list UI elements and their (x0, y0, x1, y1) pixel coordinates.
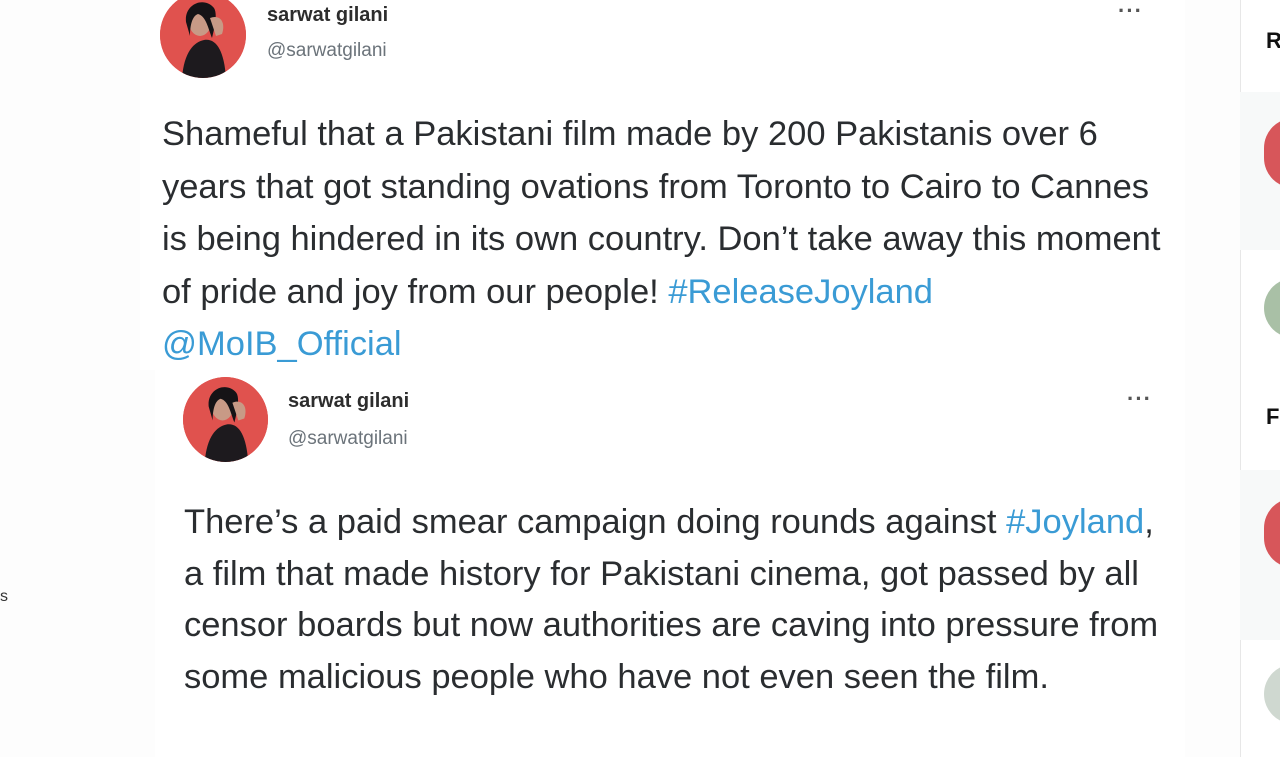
tweet-card-2[interactable]: sarwat gilani @sarwatgilani ··· There’s … (155, 370, 1185, 757)
avatar-photo-icon (160, 0, 246, 78)
mention-link[interactable]: @MoIB_Official (162, 325, 402, 363)
tweet-text: Shameful that a Pakistani film made by 2… (162, 108, 1182, 371)
more-options-icon[interactable]: ··· (1118, 0, 1143, 24)
author-handle[interactable]: @sarwatgilani (288, 428, 408, 450)
tweet-text: There’s a paid smear campaign doing roun… (184, 497, 1164, 703)
left-edge-glyph: s (0, 588, 8, 605)
tweet-body-text: There’s a paid smear campaign doing roun… (184, 503, 1007, 541)
author-name[interactable]: sarwat gilani (288, 390, 409, 413)
screenshot-stage: s sarwat gilani @sarwatgilani ··· Shamef… (0, 0, 1280, 757)
author-avatar[interactable] (160, 0, 246, 78)
sidebar-heading-1: R (1266, 28, 1280, 53)
author-avatar[interactable] (183, 377, 268, 462)
author-name[interactable]: sarwat gilani (267, 4, 388, 27)
tweet-card-1[interactable]: sarwat gilani @sarwatgilani ··· Shameful… (140, 0, 1185, 370)
sidebar-avatar-4[interactable] (1264, 664, 1280, 724)
tweet-body-text: Shameful that a Pakistani film made by 2… (162, 115, 1161, 311)
hashtag-link[interactable]: #Joyland (1006, 503, 1144, 541)
author-handle[interactable]: @sarwatgilani (267, 40, 387, 62)
right-sidebar: R F (1240, 0, 1280, 757)
hashtag-link[interactable]: #ReleaseJoyland (668, 273, 933, 311)
avatar-photo-icon (183, 377, 268, 462)
more-options-icon[interactable]: ··· (1127, 386, 1152, 412)
sidebar-heading-2: F (1266, 404, 1280, 429)
sidebar-avatar-2[interactable] (1264, 278, 1280, 338)
